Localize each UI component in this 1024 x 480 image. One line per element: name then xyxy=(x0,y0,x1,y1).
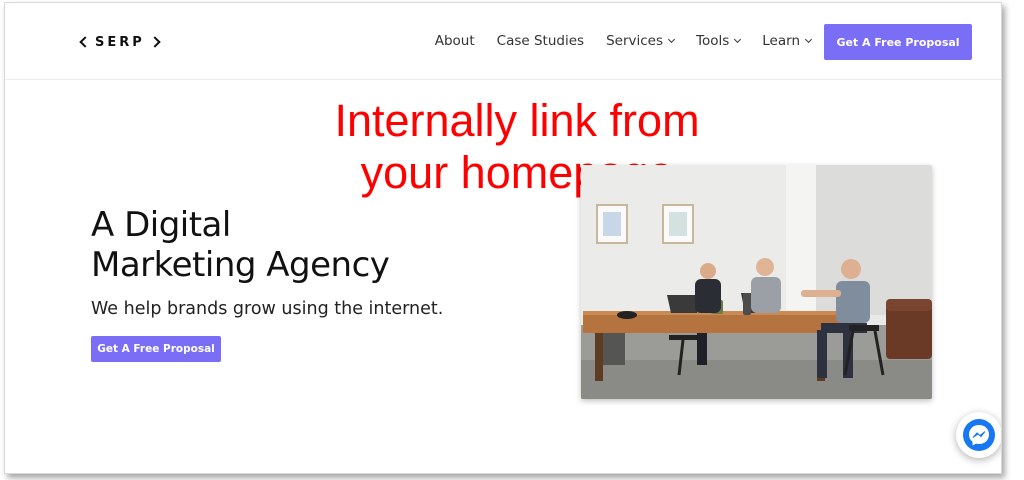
nav-item-label: Services xyxy=(606,33,663,49)
nav-item-tools[interactable]: Tools xyxy=(696,33,742,49)
chevron-down-icon xyxy=(667,35,676,44)
navbar: SERP About Case Studies Services Tools L… xyxy=(5,3,1001,80)
chevron-left-icon xyxy=(79,36,91,48)
nav-item-label: Case Studies xyxy=(496,33,585,49)
hero-title-line: Marketing Agency xyxy=(91,245,390,285)
team-meeting-illustration xyxy=(581,165,932,399)
hero-title-line: A Digital xyxy=(91,205,231,245)
messenger-icon xyxy=(963,419,995,451)
nav-item-services[interactable]: Services xyxy=(606,33,676,49)
messenger-chat-button[interactable] xyxy=(956,412,1001,458)
nav-item-about[interactable]: About xyxy=(435,33,475,49)
annotation-line: Internally link from xyxy=(334,95,700,146)
nav-item-label: Tools xyxy=(696,33,730,49)
logo[interactable]: SERP xyxy=(79,33,161,51)
browser-page: SERP About Case Studies Services Tools L… xyxy=(4,2,1002,474)
get-proposal-button-nav[interactable]: Get A Free Proposal xyxy=(824,24,972,60)
nav-item-learn[interactable]: Learn xyxy=(762,33,813,49)
chevron-right-icon xyxy=(149,36,161,48)
hero-title: A Digital Marketing Agency xyxy=(91,205,511,285)
hero-photo xyxy=(581,165,932,399)
nav-item-case-studies[interactable]: Case Studies xyxy=(497,33,584,49)
get-proposal-button-hero[interactable]: Get A Free Proposal xyxy=(91,336,221,362)
chevron-down-icon xyxy=(804,35,813,44)
main-nav: About Case Studies Services Tools Learn xyxy=(435,3,813,79)
chevron-down-icon xyxy=(734,35,742,44)
nav-item-label: About xyxy=(434,33,475,49)
nav-item-label: Learn xyxy=(762,33,800,49)
hero-subtitle: We help brands grow using the internet. xyxy=(91,299,444,319)
logo-text: SERP xyxy=(95,34,145,50)
